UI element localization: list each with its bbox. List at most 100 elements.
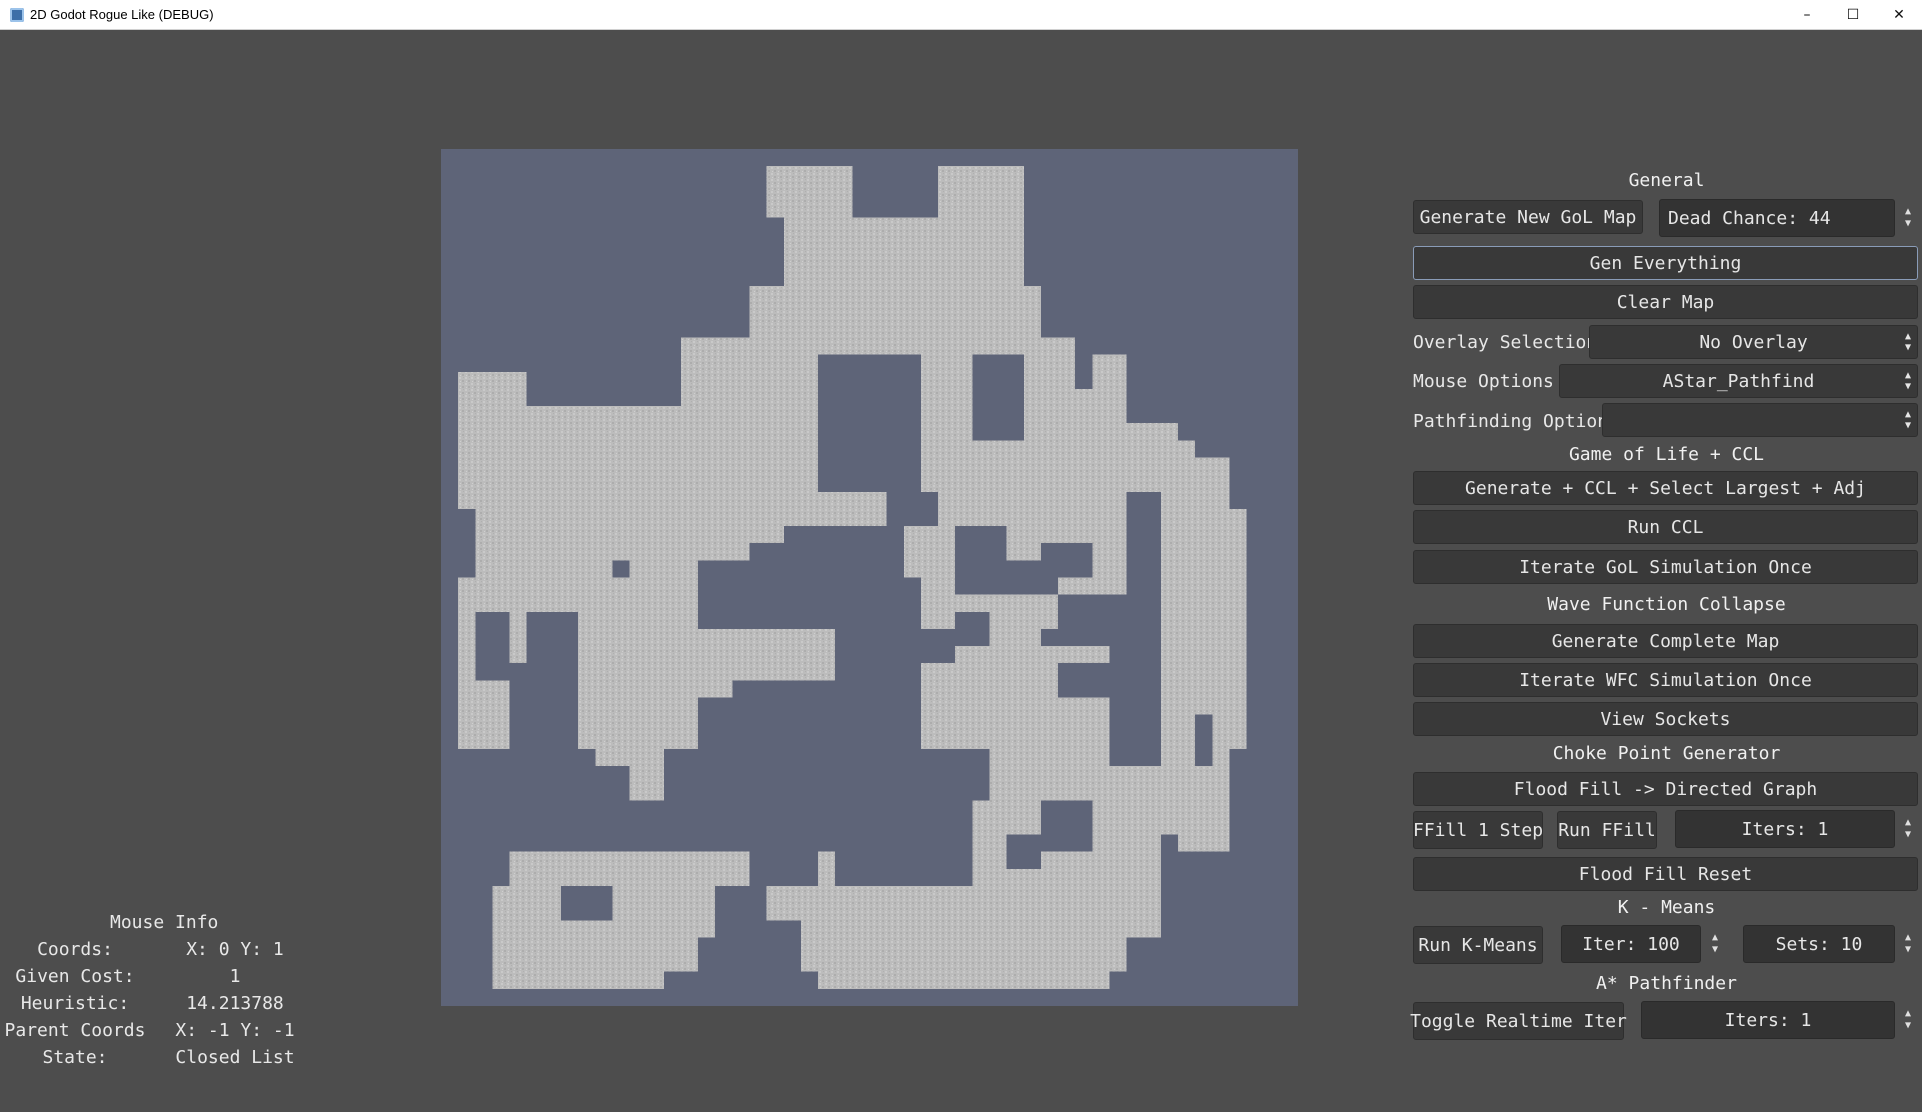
wall-tiles[interactable] xyxy=(526,611,579,664)
maximize-icon[interactable]: ☐ xyxy=(1830,0,1876,30)
astar-iters-spinbox[interactable]: Iters: 1 xyxy=(1641,1001,1895,1039)
dropdown-arrows-icon: ▲ ▼ xyxy=(1904,409,1911,431)
mouse-info-title: Mouse Info xyxy=(110,912,219,933)
window-controls: – ☐ ✕ xyxy=(1784,0,1922,30)
wall-tiles[interactable] xyxy=(698,937,733,972)
generate-gol-map-button[interactable]: Generate New GoL Map xyxy=(1413,200,1643,234)
wall-tiles[interactable] xyxy=(698,697,733,749)
run-ffill-button[interactable]: Run FFill xyxy=(1557,811,1657,849)
mouse-options-value: AStar_Pathfind xyxy=(1662,370,1815,392)
state-value: Closed List xyxy=(175,1047,295,1068)
wall-tiles[interactable] xyxy=(1126,491,1161,509)
coords-row: Coords: X: 0 Y: 1 xyxy=(0,939,330,966)
run-kmeans-button[interactable]: Run K-Means xyxy=(1413,926,1543,964)
floor-tiles[interactable] xyxy=(1023,388,1093,509)
view-sockets-button[interactable]: View Sockets xyxy=(1413,702,1918,736)
wall-tiles[interactable] xyxy=(629,800,664,835)
wall-tiles[interactable] xyxy=(612,560,630,578)
floor-tiles[interactable] xyxy=(938,166,1024,218)
wall-tiles[interactable] xyxy=(475,611,510,681)
given-cost-label: Given Cost: xyxy=(15,966,135,987)
close-icon[interactable]: ✕ xyxy=(1876,0,1922,30)
minimize-icon[interactable]: – xyxy=(1784,0,1830,30)
state-row: State: Closed List xyxy=(0,1047,330,1074)
wfc-title: Wave Function Collapse xyxy=(1547,594,1786,615)
toggle-realtime-iter-button[interactable]: Toggle Realtime Iter xyxy=(1410,1002,1627,1040)
wall-tiles[interactable] xyxy=(1040,800,1093,852)
flood-fill-reset-button[interactable]: Flood Fill Reset xyxy=(1413,857,1918,891)
floor-tiles[interactable] xyxy=(1058,491,1127,595)
kmeans-sets-spinbox[interactable]: Sets: 10 xyxy=(1743,925,1895,963)
heuristic-row: Heuristic: 14.213788 xyxy=(0,993,330,1020)
wall-tiles[interactable] xyxy=(578,766,630,818)
wall-tiles[interactable] xyxy=(818,354,921,492)
floor-tiles[interactable] xyxy=(1023,337,1076,389)
generate-ccl-select-largest-button[interactable]: Generate + CCL + Select Largest + Adj xyxy=(1413,471,1918,505)
heuristic-value: 14.213788 xyxy=(186,993,284,1014)
gen-everything-button[interactable]: Gen Everything xyxy=(1413,246,1918,280)
state-label: State: xyxy=(42,1047,108,1068)
coords-label: Coords: xyxy=(37,939,113,960)
general-title: General xyxy=(1628,170,1705,191)
ffill-iters-stepper-icon[interactable]: ▲ ▼ xyxy=(1900,812,1916,846)
choke-point-title: Choke Point Generator xyxy=(1552,743,1781,764)
parent-coords-row: Parent Coords X: -1 Y: -1 xyxy=(0,1020,330,1047)
overlay-selection-value: No Overlay xyxy=(1699,331,1808,353)
wall-tiles[interactable] xyxy=(1040,543,1093,578)
coords-value: X: 0 Y: 1 xyxy=(186,939,284,960)
floor-tiles[interactable] xyxy=(886,903,956,989)
map-view[interactable] xyxy=(441,149,1298,1006)
pathfinding-option-dropdown[interactable]: ▲ ▼ xyxy=(1602,403,1918,437)
wall-tiles[interactable] xyxy=(852,834,956,887)
floor-tiles[interactable] xyxy=(492,954,664,989)
mouse-options-label: Mouse Options xyxy=(1413,371,1554,392)
floor-tiles[interactable] xyxy=(766,166,853,218)
map-grid[interactable] xyxy=(441,149,1298,1006)
parent-coords-value: X: -1 Y: -1 xyxy=(175,1020,295,1041)
iterate-gol-button[interactable]: Iterate GoL Simulation Once xyxy=(1413,550,1918,584)
given-cost-value: 1 xyxy=(229,966,241,987)
ffill-iters-spinbox[interactable]: Iters: 1 xyxy=(1675,810,1895,848)
heuristic-label: Heuristic: xyxy=(20,993,130,1014)
floor-tiles[interactable] xyxy=(646,406,784,561)
kmeans-iter-stepper-icon[interactable]: ▲ ▼ xyxy=(1707,927,1723,961)
run-ccl-button[interactable]: Run CCL xyxy=(1413,510,1918,544)
wall-tiles[interactable] xyxy=(663,748,733,801)
floor-tiles[interactable] xyxy=(1075,886,1127,972)
godot-app-icon xyxy=(10,7,24,22)
wall-tiles[interactable] xyxy=(1006,834,1041,869)
pathfinding-option-label: Pathfinding Option xyxy=(1413,411,1609,432)
mouse-options-dropdown[interactable]: AStar_Pathfind ▲ ▼ xyxy=(1559,364,1918,398)
astar-title: A* Pathfinder xyxy=(1596,973,1737,994)
floor-tiles[interactable] xyxy=(783,217,1024,287)
wall-tiles[interactable] xyxy=(560,886,613,921)
wall-tiles[interactable] xyxy=(835,748,990,801)
dead-chance-stepper-icon[interactable]: ▲ ▼ xyxy=(1900,201,1916,235)
astar-iters-stepper-icon[interactable]: ▲ ▼ xyxy=(1900,1003,1916,1037)
dropdown-arrows-icon: ▲ ▼ xyxy=(1904,370,1911,392)
kmeans-title: K - Means xyxy=(1617,897,1716,918)
generate-complete-map-button[interactable]: Generate Complete Map xyxy=(1413,624,1918,658)
clear-map-button[interactable]: Clear Map xyxy=(1413,285,1918,319)
floor-tiles[interactable] xyxy=(458,371,527,509)
flood-fill-directed-graph-button[interactable]: Flood Fill -> Directed Graph xyxy=(1413,772,1918,806)
dead-chance-spinbox[interactable]: Dead Chance: 44 xyxy=(1659,199,1895,237)
wall-tiles[interactable] xyxy=(1195,714,1213,767)
iterate-wfc-button[interactable]: Iterate WFC Simulation Once xyxy=(1413,663,1918,697)
wall-tiles[interactable] xyxy=(732,903,767,938)
ffill-one-step-button[interactable]: FFill 1 Step xyxy=(1413,811,1543,849)
overlay-selection-dropdown[interactable]: No Overlay ▲ ▼ xyxy=(1589,325,1918,359)
title-bar: 2D Godot Rogue Like (DEBUG) – ☐ ✕ xyxy=(0,0,1922,30)
gol-ccl-title: Game of Life + CCL xyxy=(1568,444,1765,465)
dropdown-arrows-icon: ▲ ▼ xyxy=(1904,331,1911,353)
wall-tiles[interactable] xyxy=(886,491,939,527)
wall-tiles[interactable] xyxy=(1058,663,1110,698)
window-title: 2D Godot Rogue Like (DEBUG) xyxy=(30,7,214,22)
wall-tiles[interactable] xyxy=(766,920,801,972)
parent-coords-label: Parent Coords xyxy=(4,1020,146,1041)
wall-tiles[interactable] xyxy=(903,628,956,664)
kmeans-sets-stepper-icon[interactable]: ▲ ▼ xyxy=(1900,927,1916,961)
kmeans-iter-spinbox[interactable]: Iter: 100 xyxy=(1561,925,1701,963)
given-cost-row: Given Cost: 1 xyxy=(0,966,330,993)
wall-tiles[interactable] xyxy=(955,611,990,647)
